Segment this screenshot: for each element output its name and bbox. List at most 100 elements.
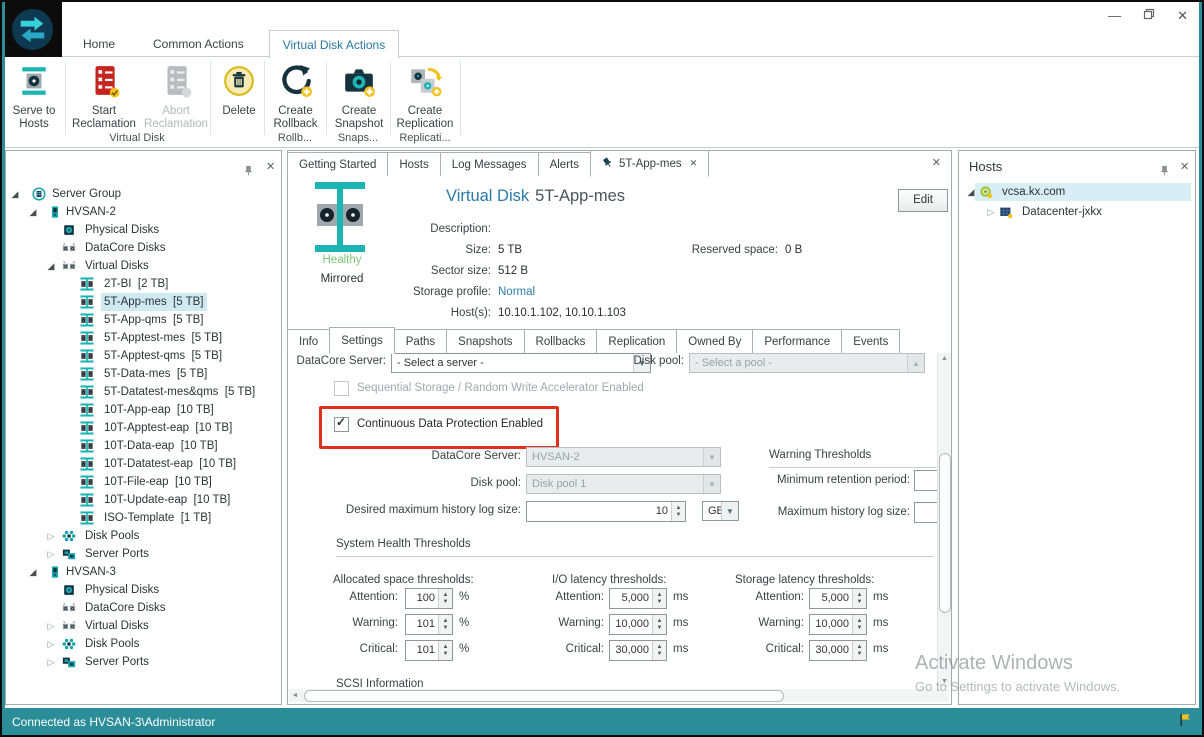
close-icon[interactable]: ✕: [1177, 8, 1188, 24]
expand-arrow-icon[interactable]: ▷: [45, 653, 57, 671]
spinner-icon[interactable]: ▲▼: [438, 589, 452, 608]
cdp-checkbox[interactable]: Continuous Data Protection Enabled: [334, 414, 543, 434]
io-latency-warning-input[interactable]: 10,000▲▼: [609, 614, 667, 635]
tree-item-server-ports[interactable]: ▷Server Ports: [6, 653, 281, 671]
tree-item-server-group[interactable]: ◢Server Group: [6, 185, 281, 203]
tree-item-virtual-disks[interactable]: ◢Virtual Disks: [6, 257, 281, 275]
allocated-space-warning-input[interactable]: 101▲▼: [405, 614, 453, 635]
tree-item-5t-app-mes[interactable]: 5T-App-mes [5 TB]: [6, 293, 281, 311]
spinner-icon[interactable]: ▲▼: [438, 615, 452, 634]
tab-5t-app-mes[interactable]: 5T-App-mes✕: [590, 150, 709, 177]
collapse-arrow-icon[interactable]: ◢: [27, 563, 39, 581]
history-unit-select[interactable]: GB▼: [702, 501, 739, 521]
edit-button[interactable]: Edit: [898, 189, 948, 212]
tree-item-5t-datatest-mes-qms[interactable]: 5T-Datatest-mes&qms [5 TB]: [6, 383, 281, 401]
tree-item-10t-apptest-eap[interactable]: 10T-Apptest-eap [10 TB]: [6, 419, 281, 437]
min-retention-input[interactable]: [914, 470, 938, 491]
expand-arrow-icon[interactable]: ▷: [45, 527, 57, 545]
io-latency-attention-input[interactable]: 5,000▲▼: [609, 588, 667, 609]
ribbon-button-create-rollback[interactable]: Create Rollback: [266, 60, 325, 142]
tree-item-5t-apptest-qms[interactable]: 5T-Apptest-qms [5 TB]: [6, 347, 281, 365]
allocated-space-attention-input[interactable]: 100▲▼: [405, 588, 453, 609]
storage-latency-critical-input[interactable]: 30,000▲▼: [809, 640, 867, 661]
expand-arrow-icon[interactable]: ▷: [985, 203, 997, 221]
ribbon-tab-home[interactable]: Home: [70, 30, 128, 57]
collapse-arrow-icon[interactable]: ◢: [9, 185, 21, 203]
scrollbar-thumb[interactable]: [939, 453, 951, 613]
close-tab-icon[interactable]: ✕: [688, 158, 698, 169]
tree-item-datacore-disks[interactable]: DataCore Disks: [6, 599, 281, 617]
tree-item-virtual-disks[interactable]: ▷Virtual Disks: [6, 617, 281, 635]
collapse-arrow-icon[interactable]: ◢: [45, 257, 57, 275]
tree-item-5t-apptest-mes[interactable]: 5T-Apptest-mes [5 TB]: [6, 329, 281, 347]
vertical-scrollbar[interactable]: ▲ ▼: [937, 353, 951, 687]
storage-profile-link[interactable]: Normal: [498, 286, 535, 298]
tab-paths[interactable]: Paths: [394, 329, 447, 353]
close-panel-icon[interactable]: ✕: [1180, 160, 1189, 173]
tab-replication[interactable]: Replication: [596, 329, 677, 353]
tab-getting-started[interactable]: Getting Started: [287, 152, 388, 176]
minimize-icon[interactable]: —: [1108, 8, 1121, 24]
tree-item-datacore-disks[interactable]: DataCore Disks: [6, 239, 281, 257]
checkbox-checked[interactable]: [334, 417, 349, 432]
scroll-up-icon[interactable]: ▲: [938, 353, 951, 364]
spinner-icon[interactable]: ▲▼: [852, 641, 866, 660]
expand-arrow-icon[interactable]: ▷: [45, 617, 57, 635]
tab-snapshots[interactable]: Snapshots: [446, 329, 524, 353]
scroll-down-icon[interactable]: ▼: [938, 676, 951, 687]
scrollbar-thumb[interactable]: [304, 690, 784, 702]
spinner-icon[interactable]: ▲▼: [852, 615, 866, 634]
pin-icon[interactable]: [243, 163, 254, 181]
io-latency-critical-input[interactable]: 30,000▲▼: [609, 640, 667, 661]
spinner-icon[interactable]: ▲▼: [652, 589, 666, 608]
allocated-space-critical-input[interactable]: 101▲▼: [405, 640, 453, 661]
horizontal-scrollbar[interactable]: ◄: [289, 689, 949, 702]
tree-item-hvsan-3[interactable]: ◢HVSAN-3: [6, 563, 281, 581]
tree-item-10t-datatest-eap[interactable]: 10T-Datatest-eap [10 TB]: [6, 455, 281, 473]
tree-item-10t-file-eap[interactable]: 10T-File-eap [10 TB]: [6, 473, 281, 491]
spinner-icon[interactable]: ▲▼: [671, 502, 685, 521]
tab-rollbacks[interactable]: Rollbacks: [524, 329, 598, 353]
tab-info[interactable]: Info: [287, 329, 330, 353]
expand-arrow-icon[interactable]: ▷: [45, 545, 57, 563]
ribbon-tab-common-actions[interactable]: Common Actions: [140, 30, 257, 57]
spinner-icon[interactable]: ▲▼: [852, 589, 866, 608]
spinner-icon[interactable]: ▲▼: [652, 641, 666, 660]
spinner-icon[interactable]: ▲▼: [652, 615, 666, 634]
tree-item-datacenter-jxkx[interactable]: ▷Datacenter-jxkx: [959, 203, 1195, 221]
tab-hosts[interactable]: Hosts: [387, 152, 440, 176]
max-history-input[interactable]: [914, 502, 938, 523]
pin-icon[interactable]: [1159, 163, 1170, 181]
collapse-arrow-icon[interactable]: ◢: [27, 203, 39, 221]
app-logo[interactable]: [3, 2, 62, 57]
tree-item-5t-data-mes[interactable]: 5T-Data-mes [5 TB]: [6, 365, 281, 383]
tree-item-10t-update-eap[interactable]: 10T-Update-eap [10 TB]: [6, 491, 281, 509]
ribbon-button-start-reclamation[interactable]: Start Reclamation: [68, 60, 140, 142]
history-log-size-input[interactable]: 10 ▲▼: [526, 501, 686, 522]
tree-item-5t-app-qms[interactable]: 5T-App-qms [5 TB]: [6, 311, 281, 329]
expand-arrow-icon[interactable]: ▷: [45, 635, 57, 653]
spinner-icon[interactable]: ▲▼: [438, 641, 452, 660]
tree-item-physical-disks[interactable]: Physical Disks: [6, 581, 281, 599]
ribbon-button-create-snapshot[interactable]: Create Snapshot: [328, 60, 390, 142]
tab-alerts[interactable]: Alerts: [538, 152, 591, 176]
tree-item-vcsa-kx-com[interactable]: ◢vcsa.kx.com: [959, 183, 1195, 201]
ribbon-button-delete[interactable]: Delete: [212, 60, 266, 142]
tab-performance[interactable]: Performance: [752, 329, 842, 353]
tree-item-iso-template[interactable]: ISO-Template [1 TB]: [6, 509, 281, 527]
tree-item-disk-pools[interactable]: ▷Disk Pools: [6, 635, 281, 653]
close-panel-icon[interactable]: ✕: [266, 160, 275, 173]
tree-item-2t-bi[interactable]: 2T-BI [2 TB]: [6, 275, 281, 293]
tree-item-disk-pools[interactable]: ▷Disk Pools: [6, 527, 281, 545]
ribbon-button-serve-to-hosts[interactable]: Serve to Hosts: [4, 60, 64, 142]
scroll-left-icon[interactable]: ◄: [289, 689, 301, 702]
tab-events[interactable]: Events: [841, 329, 900, 353]
tree-item-hvsan-2[interactable]: ◢HVSAN-2: [6, 203, 281, 221]
ribbon-button-create-replication[interactable]: Create Replication: [391, 60, 459, 142]
storage-latency-attention-input[interactable]: 5,000▲▼: [809, 588, 867, 609]
tree-item-server-ports[interactable]: ▷Server Ports: [6, 545, 281, 563]
ribbon-tab-virtual-disk-actions[interactable]: Virtual Disk Actions: [269, 30, 400, 59]
tree-item-10t-data-eap[interactable]: 10T-Data-eap [10 TB]: [6, 437, 281, 455]
storage-latency-warning-input[interactable]: 10,000▲▼: [809, 614, 867, 635]
tab-log-messages[interactable]: Log Messages: [440, 152, 539, 176]
